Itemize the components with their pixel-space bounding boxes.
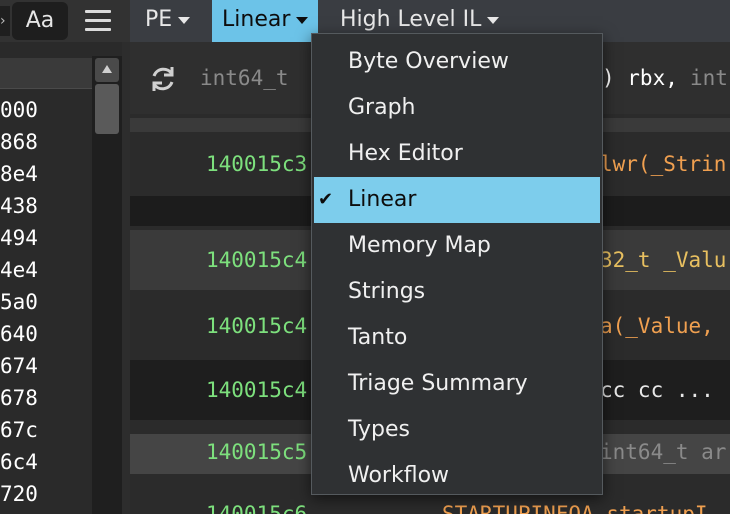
menu-item-tanto[interactable]: Tanto bbox=[314, 315, 600, 361]
address-list-item[interactable]: 8e4 bbox=[0, 158, 92, 190]
menu-item-label: Workflow bbox=[348, 463, 450, 488]
menu-item-label: Strings bbox=[348, 279, 426, 304]
address-list-item[interactable]: 720 bbox=[0, 478, 92, 510]
chevron-down-icon bbox=[178, 16, 191, 24]
menu-item-label: Types bbox=[348, 417, 410, 442]
row-code: STARTUPINFOA startupI bbox=[442, 502, 708, 514]
address-list-item[interactable]: 6c4 bbox=[0, 446, 92, 478]
row-code: cc cc ... bbox=[600, 378, 714, 402]
menu-item-linear[interactable]: ✔ Linear bbox=[314, 177, 600, 223]
menu-item-label: Byte Overview bbox=[348, 49, 509, 74]
parameter-type: int bbox=[690, 66, 728, 90]
row-address: 140015c4 bbox=[206, 314, 308, 338]
sidebar-column-header bbox=[0, 58, 92, 89]
menu-item-label: Triage Summary bbox=[348, 371, 528, 396]
address-list-item[interactable]: 67c bbox=[0, 414, 92, 446]
chevron-down-icon bbox=[487, 16, 500, 24]
row-address: 140015c6 bbox=[206, 502, 308, 514]
return-type: int64_t bbox=[200, 66, 289, 90]
menu-item-label: Hex Editor bbox=[348, 141, 463, 166]
menu-item-memory-map[interactable]: Memory Map bbox=[314, 223, 600, 269]
row-code: int64_t ar bbox=[600, 440, 727, 464]
menu-item-label: Linear bbox=[348, 187, 417, 212]
address-list[interactable]: 000 868 8e4 438 494 4e4 5a0 640 674 678 67c 6c4 720 bbox=[0, 94, 92, 510]
row-code: 32_t _Valu bbox=[600, 248, 727, 272]
pane-splitter[interactable] bbox=[122, 42, 130, 514]
sidebar-scrollbar[interactable] bbox=[92, 56, 122, 514]
menu-item-label: Memory Map bbox=[348, 233, 491, 258]
scroll-up-arrow-icon[interactable] bbox=[95, 58, 119, 82]
address-list-item[interactable]: 674 bbox=[0, 350, 92, 382]
menu-item-label: Graph bbox=[348, 95, 416, 120]
address-list-item[interactable]: 5a0 bbox=[0, 286, 92, 318]
address-list-item[interactable]: 494 bbox=[0, 222, 92, 254]
menu-item-label: Tanto bbox=[348, 325, 408, 350]
menu-item-graph[interactable]: Graph bbox=[314, 85, 600, 131]
scroll-thumb[interactable] bbox=[95, 84, 119, 134]
menu-item-strings[interactable]: Strings bbox=[314, 269, 600, 315]
address-list-item[interactable]: 868 bbox=[0, 126, 92, 158]
tab-linear-label: Linear bbox=[222, 7, 291, 32]
address-list-item[interactable]: 678 bbox=[0, 382, 92, 414]
address-list-item[interactable]: 438 bbox=[0, 190, 92, 222]
address-list-item[interactable]: 000 bbox=[0, 94, 92, 126]
collapse-button[interactable]: › bbox=[0, 6, 10, 36]
menu-item-types[interactable]: Types bbox=[314, 407, 600, 453]
view-type-menu: Byte Overview Graph Hex Editor ✔ Linear Memor… bbox=[311, 33, 603, 495]
address-list-item[interactable]: 4e4 bbox=[0, 254, 92, 286]
row-address: 140015c5 bbox=[206, 440, 308, 464]
row-address: 140015c3 bbox=[206, 152, 308, 176]
tab-linear[interactable]: Linear bbox=[212, 0, 319, 42]
chevron-down-icon bbox=[296, 16, 309, 24]
font-size-button[interactable]: Aa bbox=[12, 2, 68, 40]
menu-item-hex-editor[interactable]: Hex Editor bbox=[314, 131, 600, 177]
tab-pe-label: PE bbox=[145, 7, 173, 32]
hamburger-menu-icon[interactable] bbox=[85, 10, 111, 32]
parameter-rbx: ) rbx, bbox=[602, 66, 678, 90]
row-address: 140015c4 bbox=[206, 248, 308, 272]
row-code: a(_Value, bbox=[600, 314, 714, 338]
menu-item-byte-overview[interactable]: Byte Overview bbox=[314, 39, 600, 85]
menu-item-triage-summary[interactable]: Triage Summary bbox=[314, 361, 600, 407]
row-address: 140015c4 bbox=[206, 378, 308, 402]
address-list-item[interactable]: 640 bbox=[0, 318, 92, 350]
tab-pe[interactable]: PE bbox=[135, 0, 200, 42]
row-code: lwr(_Strin bbox=[600, 152, 727, 176]
sidebar: › Aa 000 868 8e4 438 494 4e4 5a0 640 674 678 67c 6c… bbox=[0, 0, 130, 514]
checkmark-icon: ✔ bbox=[318, 189, 334, 210]
tab-hlil-label: High Level IL bbox=[340, 7, 482, 32]
refresh-icon[interactable] bbox=[148, 64, 178, 94]
menu-item-workflow[interactable]: Workflow bbox=[314, 453, 600, 499]
sidebar-toolbar: › Aa bbox=[0, 0, 130, 42]
